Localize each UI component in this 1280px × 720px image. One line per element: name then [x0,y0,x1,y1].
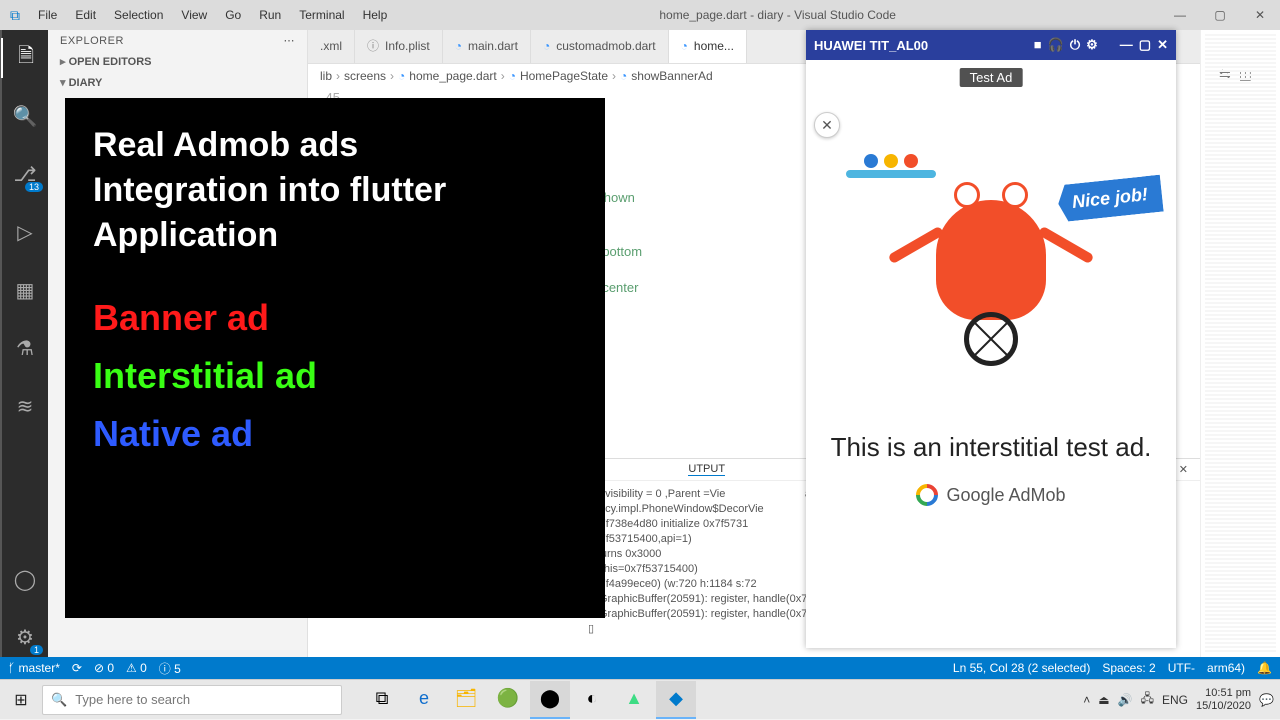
action-center-icon[interactable]: 💬 [1259,693,1274,707]
explorer-icon[interactable]: 🗎 [1,38,49,78]
menu-selection[interactable]: Selection [106,4,171,26]
cursor-position[interactable]: Ln 55, Col 28 (2 selected) [953,661,1090,675]
main-menu: File Edit Selection View Go Run Terminal… [30,4,395,26]
obs-icon[interactable]: ◐ [572,681,612,719]
minimap[interactable] [1205,34,1276,653]
explorer-more-icon[interactable]: ⋯ [284,34,296,47]
maximize-button[interactable]: ▢ [1200,8,1240,22]
warning-count[interactable]: ⚠ 0 [126,661,147,675]
overlay-interstitial-ad: Interstitial ad [93,355,577,397]
source-control-icon[interactable]: ⎇13 [1,154,49,194]
emulator-screen[interactable]: Test Ad ✕ Nice job! This is an interstit… [806,60,1176,648]
monster-icon [936,200,1046,366]
overlay-line-1: Real Admob ads [93,126,577,165]
notifications-icon[interactable]: 🔔 [1257,661,1272,675]
search-icon: 🔍 [51,692,67,708]
android-studio-icon[interactable]: ▲ [614,681,654,719]
tray-usb-icon[interactable]: ⏏ [1098,693,1109,707]
status-bar: ᚶ master* ⟳ ⊘ 0 ⚠ 0 ⓘ 5 Ln 55, Col 28 (2… [0,657,1280,679]
tray-clock[interactable]: 10:51 pm 15/10/2020 [1196,687,1251,713]
emu-settings-icon[interactable]: ⚙ [1086,37,1098,53]
admob-mark-icon [912,479,943,510]
task-view-icon[interactable]: ⧉ [362,681,402,719]
emu-minimize-icon[interactable]: — [1120,37,1133,53]
activity-bar: 🗎 🔍 ⎇13 ▷ ▦ ⚗ ≋ ◯ ⚙1 [0,30,48,657]
settings-gear-icon[interactable]: ⚙1 [1,617,49,657]
ad-close-button[interactable]: ✕ [814,112,840,138]
project-root-section[interactable]: DIARY [48,72,307,93]
minimize-button[interactable]: — [1160,8,1200,22]
title-overlay: Real Admob ads Integration into flutter … [65,98,605,618]
overlay-line-2: Integration into flutter [93,171,577,210]
minimap-area: ⇆ ◫ ⋯ [1200,30,1280,657]
accounts-icon[interactable]: ◯ [1,559,49,599]
emulator-title-bar: HUAWEI TIT_AL00 ■ 🎧 ⏻ ⚙ — ▢ ✕ [806,30,1176,60]
overlay-banner-ad: Banner ad [93,297,577,339]
window-controls: — ▢ ✕ [1160,8,1280,22]
menu-go[interactable]: Go [217,4,249,26]
chrome-icon[interactable]: 🟢 [488,681,528,719]
emu-maximize-icon[interactable]: ▢ [1139,37,1151,53]
error-count[interactable]: ⊘ 0 [94,661,114,675]
ad-body-text: This is an interstitial test ad. [807,430,1176,464]
scm-badge: 13 [25,182,43,192]
start-button[interactable]: ⊞ [0,680,42,720]
search-placeholder: Type here to search [75,692,190,707]
testing-icon[interactable]: ⚗ [1,328,49,368]
panel-tab-debug-console[interactable]: UTPUT [688,463,725,476]
emu-audio-icon[interactable]: 🎧 [1048,37,1064,53]
tab-main-dart[interactable]: main.dart [443,30,531,63]
close-button[interactable]: ✕ [1240,8,1280,22]
tab-info-plist[interactable]: ⓘInfo.plist [355,30,443,63]
tray-chevron-icon[interactable]: ˄ [1083,693,1090,707]
taskbar-search[interactable]: 🔍 Type here to search [42,685,342,715]
menu-view[interactable]: View [173,4,215,26]
menu-edit[interactable]: Edit [67,4,104,26]
emu-power-icon[interactable]: ⏻ [1070,37,1080,53]
nice-job-banner: Nice job! [1056,175,1163,223]
android-emulator: HUAWEI TIT_AL00 ■ 🎧 ⏻ ⚙ — ▢ ✕ Test Ad ✕ … [806,30,1176,648]
git-branch[interactable]: ᚶ master* [8,661,60,675]
tray-network-icon[interactable]: 🖧 [1141,689,1154,710]
menu-file[interactable]: File [30,4,65,26]
tray-language[interactable]: ENG [1162,693,1188,707]
open-editors-section[interactable]: OPEN EDITORS [48,51,307,72]
sync-icon[interactable]: ⟳ [72,661,82,675]
emulator-device-name: HUAWEI TIT_AL00 [814,38,928,53]
settings-badge: 1 [30,645,43,655]
vscode-title-bar: ⧉ File Edit Selection View Go Run Termin… [0,0,1280,30]
info-count[interactable]: ⓘ 5 [159,660,181,677]
menu-help[interactable]: Help [355,4,396,26]
overlay-line-3: Application [93,216,577,255]
panel-close-icon[interactable]: ✕ [1179,463,1188,476]
search-icon[interactable]: 🔍 [1,96,49,136]
indent-spaces[interactable]: Spaces: 2 [1102,661,1155,675]
flutter-icon[interactable]: ≋ [1,386,49,426]
system-tray: ˄ ⏏ 🔊 🖧 ENG 10:51 pm 15/10/2020 💬 [1083,687,1280,713]
explorer-title: EXPLORER [60,35,124,47]
tray-volume-icon[interactable]: 🔊 [1118,693,1133,707]
vscode-logo-icon: ⧉ [0,7,30,24]
emulator-task-icon[interactable]: ⬤ [530,681,570,719]
overlay-native-ad: Native ad [93,413,577,455]
window-title: home_page.dart - diary - Visual Studio C… [395,8,1160,22]
extensions-icon[interactable]: ▦ [1,270,49,310]
tab-customadmob-dart[interactable]: customadmob.dart [531,30,669,63]
menu-run[interactable]: Run [251,4,289,26]
encoding[interactable]: UTF- [1168,661,1195,675]
windows-taskbar: ⊞ 🔍 Type here to search ⧉ e 🗂 🟢 ⬤ ◐ ▲ ◆ … [0,679,1280,719]
run-debug-icon[interactable]: ▷ [1,212,49,252]
emu-camera-icon[interactable]: ■ [1034,37,1042,53]
test-ad-badge: Test Ad [960,68,1023,87]
tab-xml[interactable]: .xml [308,30,355,63]
menu-terminal[interactable]: Terminal [291,4,352,26]
admob-logo: Google AdMob [916,484,1065,506]
tab-home-page-dart[interactable]: home... [669,30,747,63]
file-explorer-icon[interactable]: 🗂 [446,681,486,719]
ad-illustration: Nice job! [806,160,1176,430]
edge-icon[interactable]: e [404,681,444,719]
emu-close-icon[interactable]: ✕ [1157,37,1168,53]
vscode-task-icon[interactable]: ◆ [656,681,696,719]
target-arch[interactable]: arm64) [1207,661,1245,675]
